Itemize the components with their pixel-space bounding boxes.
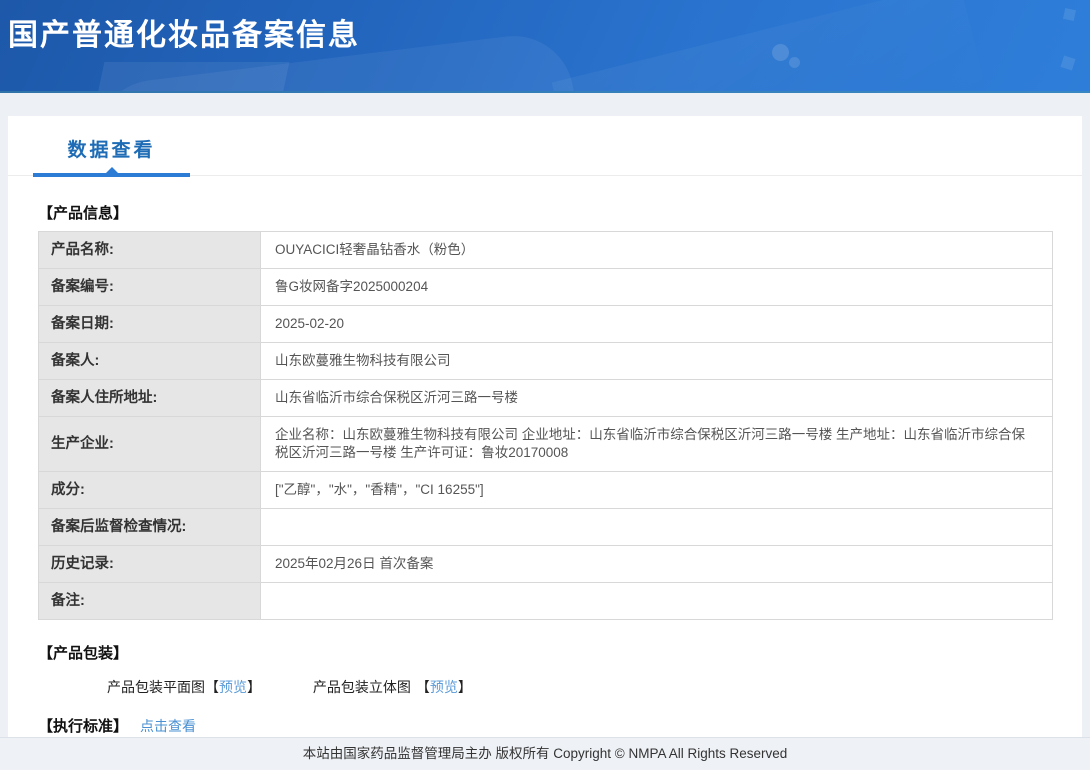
table-row: 备案编号: 鲁G妆网备字2025000204 <box>38 268 1053 306</box>
row-value: 2025-02-20 <box>260 305 1053 343</box>
row-value: OUYACICI轻奢晶钻香水（粉色） <box>260 231 1053 269</box>
standard-view-link[interactable]: 点击查看 <box>140 718 196 734</box>
section-title-packaging: 【产品包装】 <box>38 645 129 662</box>
row-value: ["乙醇"，"水"，"香精"，"CI 16255"] <box>260 471 1053 509</box>
header-decoration <box>91 62 290 91</box>
bracket-close: 】 <box>457 679 472 695</box>
product-info-table: 产品名称: OUYACICI轻奢晶钻香水（粉色） 备案编号: 鲁G妆网备字202… <box>38 231 1053 620</box>
row-value: 山东欧蔓雅生物科技有限公司 <box>260 342 1053 380</box>
tab-bar: 数据查看 <box>8 116 1082 177</box>
row-label: 备案后监督检查情况: <box>38 508 261 546</box>
standard-label: 【执行标准】 <box>38 718 129 735</box>
tab-active-arrow-icon <box>105 167 118 173</box>
header-decoration-circle <box>772 44 789 61</box>
table-row: 备案后监督检查情况: <box>38 508 1053 546</box>
row-label: 成分: <box>38 471 261 509</box>
packaging-flat-preview-link[interactable]: 预览 <box>219 679 247 695</box>
row-value: 鲁G妆网备字2025000204 <box>260 268 1053 306</box>
table-row: 备案人住所地址: 山东省临沂市综合保税区沂河三路一号楼 <box>38 379 1053 417</box>
tab-active-underline <box>33 167 190 177</box>
packaging-stereo-preview-link[interactable]: 预览 <box>430 679 458 695</box>
header-decoration-circle <box>789 57 800 68</box>
table-row: 历史记录: 2025年02月26日 首次备案 <box>38 545 1053 583</box>
packaging-stereo-label: 产品包装立体图 <box>312 679 411 695</box>
table-row: 生产企业: 企业名称：山东欧蔓雅生物科技有限公司 企业地址：山东省临沂市综合保税… <box>38 416 1053 472</box>
bracket-close: 】 <box>247 679 261 695</box>
row-label: 生产企业: <box>38 416 261 472</box>
table-row: 备案人: 山东欧蔓雅生物科技有限公司 <box>38 342 1053 380</box>
header-decoration-square <box>1060 55 1076 71</box>
row-label: 备案编号: <box>38 268 261 306</box>
row-label: 产品名称: <box>38 231 261 269</box>
row-value: 山东省临沂市综合保税区沂河三路一号楼 <box>260 379 1053 417</box>
page-title: 国产普通化妆品备案信息 <box>8 19 360 52</box>
row-label: 备注: <box>38 582 261 620</box>
copyright-text: 本站由国家药品监督管理局主办 版权所有 Copyright © NMPA All… <box>302 746 788 761</box>
content-card: 数据查看 【产品信息】 产品名称: OUYACICI轻奢晶钻香水（粉色） 备案编… <box>8 116 1082 767</box>
row-label: 备案人: <box>38 342 261 380</box>
row-value <box>260 582 1053 620</box>
page-header: 国产普通化妆品备案信息 <box>0 0 1090 93</box>
row-label: 历史记录: <box>38 545 261 583</box>
packaging-stereo-item: 产品包装立体图 【预览】 <box>313 677 472 697</box>
standard-row: 【执行标准】 点击查看 <box>38 715 1082 736</box>
packaging-previews: 产品包装平面图【预览】 产品包装立体图 【预览】 <box>107 677 1082 697</box>
row-value <box>260 508 1053 546</box>
table-row: 备注: <box>38 582 1053 620</box>
header-decoration <box>551 0 989 91</box>
packaging-flat-label: 产品包装平面图 <box>107 679 205 695</box>
section-title-product-info: 【产品信息】 <box>38 205 129 222</box>
table-row: 产品名称: OUYACICI轻奢晶钻香水（粉色） <box>38 231 1053 269</box>
table-row: 成分: ["乙醇"，"水"，"香精"，"CI 16255"] <box>38 471 1053 509</box>
bracket-open: 【 <box>415 679 430 695</box>
row-value: 企业名称：山东欧蔓雅生物科技有限公司 企业地址：山东省临沂市综合保税区沂河三路一… <box>260 416 1053 472</box>
row-label: 备案日期: <box>38 305 261 343</box>
bracket-open: 【 <box>205 679 219 695</box>
row-value: 2025年02月26日 首次备案 <box>260 545 1053 583</box>
row-label: 备案人住所地址: <box>38 379 261 417</box>
page-footer: 本站由国家药品监督管理局主办 版权所有 Copyright © NMPA All… <box>0 737 1090 770</box>
header-decoration-square <box>1062 7 1077 22</box>
packaging-flat-item: 产品包装平面图【预览】 <box>107 677 261 697</box>
table-row: 备案日期: 2025-02-20 <box>38 305 1053 343</box>
tab-data-view[interactable]: 数据查看 <box>33 135 190 162</box>
